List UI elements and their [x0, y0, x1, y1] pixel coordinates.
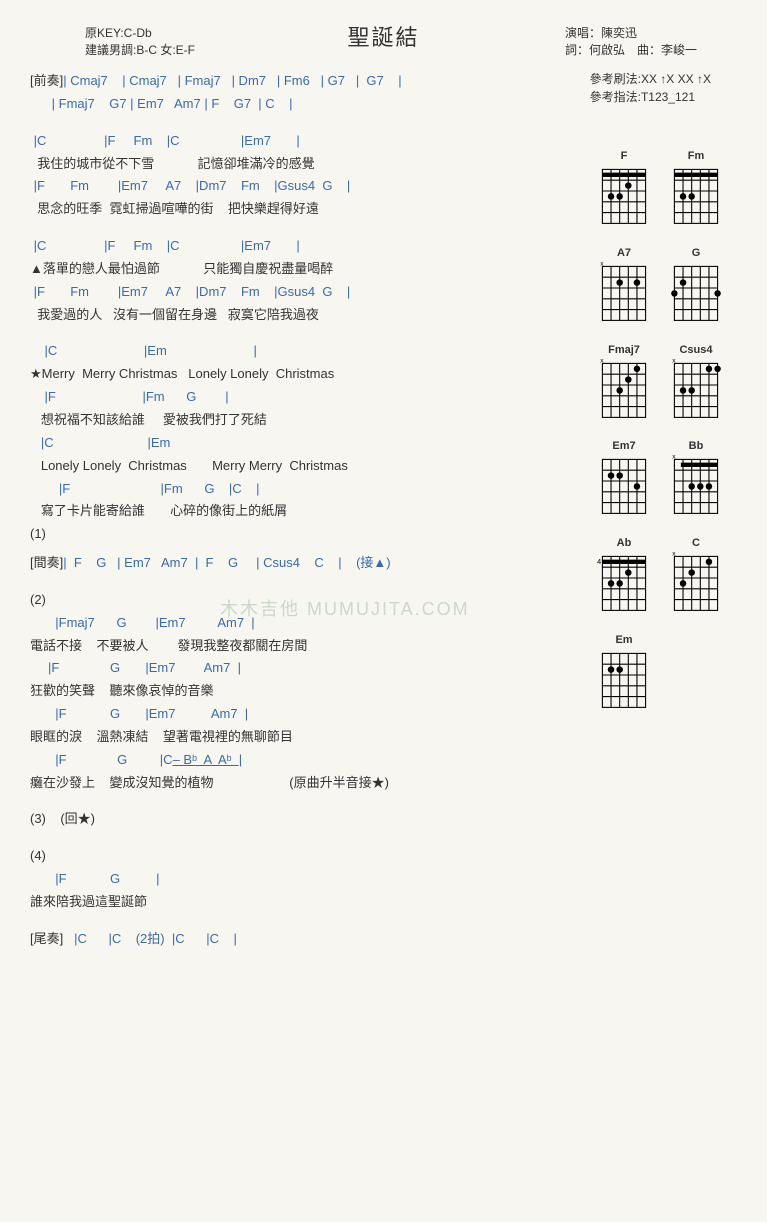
intro-line-1: [前奏]| Cmaj7 | Cmaj7 | Fmaj7 | Dm7 | Fm6 … [30, 70, 582, 93]
chord-diagram-c: C x [669, 537, 723, 616]
suggested-key: 建議男調:B-C 女:E-F [85, 41, 195, 58]
ch-lyric-1: ★Merry Merry Christmas Lonely Lonely Chr… [30, 363, 582, 386]
header-right: 演唱：陳奕迅 詞：何啟弘 曲：李峻一 [565, 24, 697, 58]
lyricist-composer: 詞：何啟弘 曲：李峻一 [565, 41, 697, 58]
chord-diagram-bb: Bb x [669, 440, 723, 519]
fretboard-icon: x [597, 358, 651, 423]
final-lyric: 誰來陪我過這聖誕節 [30, 891, 582, 914]
chord-diagram-fm: Fm [669, 150, 723, 229]
fretboard-icon: x [669, 454, 723, 519]
singer: 演唱：陳奕迅 [565, 24, 697, 41]
chord-diagram-fmaj7: Fmaj7 x [597, 344, 651, 423]
v1-chords-1: |C |F Fm |C |Em7 | [30, 130, 582, 153]
picking-pattern: 參考指法:T123_121 [590, 88, 711, 106]
chord-sheet: [前奏]| Cmaj7 | Cmaj7 | Fmaj7 | Dm7 | Fm6 … [30, 70, 597, 951]
v2-chords-1: |C |F Fm |C |Em7 | [30, 235, 582, 258]
header: 原KEY:C-Db 建議男調:B-C 女:E-F 聖誕結 演唱：陳奕迅 詞：何啟… [30, 20, 737, 52]
final-chords: |F G | [30, 868, 582, 891]
ch-chords-2: |F |Fm G | [30, 386, 582, 409]
reference-patterns: 參考刷法:XX ↑X XX ↑X 參考指法:T123_121 [590, 70, 711, 106]
v1-lyric-1: 我住的城市從不下雪 記憶卻堆滿冷的感覺 [30, 153, 582, 176]
header-left: 原KEY:C-Db 建議男調:B-C 女:E-F [85, 24, 195, 58]
tag-3: (3) (回★) [30, 808, 582, 831]
chord-diagram-ab: Ab 4 [597, 537, 651, 616]
tag-2: (2) [30, 589, 582, 612]
original-key: 原KEY:C-Db [85, 24, 195, 41]
br-chords-1: |Fmaj7 G |Em7 Am7 | [30, 612, 582, 635]
tag-4: (4) [30, 845, 582, 868]
chord-diagrams: F Fm A7 x G Fmaj7 x Csus4 x Em7 [597, 70, 737, 951]
svg-text:4: 4 [597, 557, 601, 566]
chord-diagram-f: F [597, 150, 651, 229]
fretboard-icon [669, 164, 723, 229]
fretboard-icon: 4 [597, 551, 651, 616]
fretboard-icon [597, 454, 651, 519]
fretboard-icon: x [597, 261, 651, 326]
ch-chords-1: |C |Em | [30, 340, 582, 363]
ch-chords-3: |C |Em [30, 432, 582, 455]
fretboard-icon: x [669, 551, 723, 616]
br-chords-2: |F G |Em7 Am7 | [30, 657, 582, 680]
interlude: [間奏]| F G | Em7 Am7 | F G | Csus4 C | (接… [30, 552, 582, 575]
br-lyric-4: 癱在沙發上 變成沒知覺的植物 (原曲升半音接★) [30, 772, 582, 795]
intro-line-2: | Fmaj7 G7 | Em7 Am7 | F G7 | C | [30, 93, 582, 116]
br-lyric-2: 狂歡的笑聲 聽來像哀悼的音樂 [30, 680, 582, 703]
br-lyric-1: 電話不接 不要被人 發現我整夜都關在房間 [30, 635, 582, 658]
fretboard-icon [597, 648, 651, 713]
v1-chords-2: |F Fm |Em7 A7 |Dm7 Fm |Gsus4 G | [30, 175, 582, 198]
ch-end: (1) [30, 523, 582, 546]
v2-lyric-2: 我愛過的人 沒有一個留在身邊 寂寞它陪我過夜 [30, 304, 582, 327]
ch-chords-4: |F |Fm G |C | [30, 478, 582, 501]
br-chords-4: |F G |C– Bᵇ A Aᵇ | [30, 749, 582, 772]
chord-diagram-g: G [669, 247, 723, 326]
outro: [尾奏] |C |C (2拍) |C |C | [30, 928, 582, 951]
strum-pattern: 參考刷法:XX ↑X XX ↑X [590, 70, 711, 88]
v2-chords-2: |F Fm |Em7 A7 |Dm7 Fm |Gsus4 G | [30, 281, 582, 304]
chord-diagram-csus4: Csus4 x [669, 344, 723, 423]
ch-lyric-4: 寫了卡片能寄給誰 心碎的像街上的紙屑 [30, 500, 582, 523]
fretboard-icon: x [669, 358, 723, 423]
fretboard-icon [669, 261, 723, 326]
chord-diagram-a7: A7 x [597, 247, 651, 326]
v2-lyric-1: ▲落單的戀人最怕過節 只能獨自慶祝盡量喝醉 [30, 258, 582, 281]
fretboard-icon [597, 164, 651, 229]
ch-lyric-3: Lonely Lonely Christmas Merry Merry Chri… [30, 455, 582, 478]
chord-diagram-em: Em [597, 634, 651, 713]
br-chords-3: |F G |Em7 Am7 | [30, 703, 582, 726]
v1-lyric-2: 思念的旺季 霓虹掃過喧嘩的街 把快樂趕得好遠 [30, 198, 582, 221]
ch-lyric-2: 想祝福不知該給誰 愛被我們打了死結 [30, 409, 582, 432]
br-lyric-3: 眼眶的淚 溫熱凍結 望著電視裡的無聊節目 [30, 726, 582, 749]
chord-diagram-em7: Em7 [597, 440, 651, 519]
